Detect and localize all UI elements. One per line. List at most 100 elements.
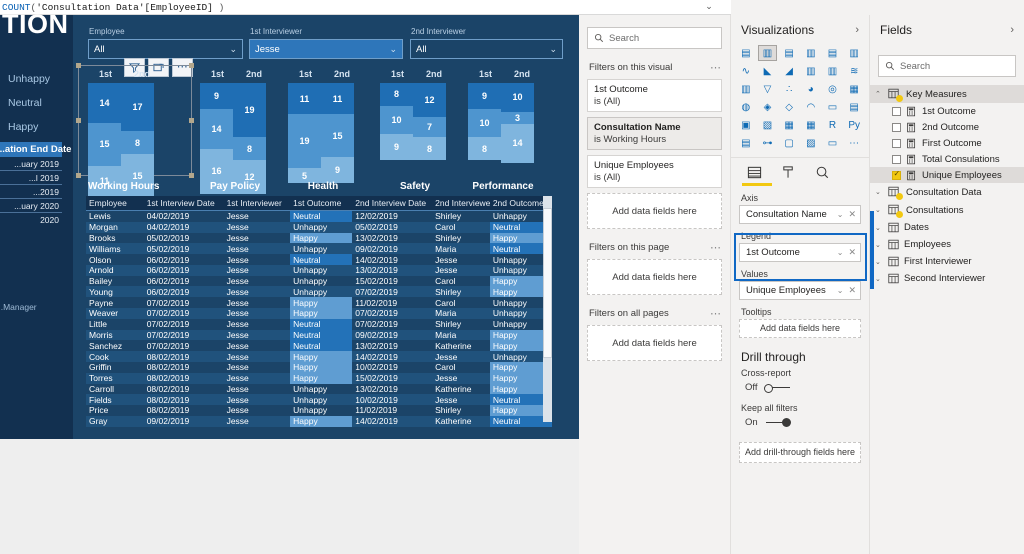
bar-segment-unhappy[interactable]: 9: [200, 83, 233, 109]
bar-segment-unhappy[interactable]: 19: [233, 83, 266, 138]
resize-handle-se[interactable]: [189, 173, 194, 178]
bar-segment-unhappy[interactable]: 8: [380, 83, 413, 106]
date-slicer[interactable]: ...ation End Date ...uary 2019 ...l 2019…: [0, 142, 71, 226]
100-stacked-column-chart-icon[interactable]: ▥: [844, 45, 864, 61]
date-slicer-item[interactable]: ...l 2019: [0, 171, 62, 185]
chevron-up-icon[interactable]: ⌃: [875, 90, 883, 98]
well-field-values[interactable]: Unique Employees ⌄ ✕: [739, 280, 861, 300]
bar-segment-happy[interactable]: 14: [501, 123, 534, 164]
date-slicer-item[interactable]: ...uary 2019: [0, 157, 62, 171]
pie-chart-icon[interactable]: ◕: [801, 81, 821, 97]
field-group-employees[interactable]: ⌄ Employees: [870, 236, 1024, 253]
resize-handle-w[interactable]: [76, 118, 81, 123]
column-2nd[interactable]: 10 3 14: [501, 83, 534, 164]
stacked-area-chart-icon[interactable]: ◢: [779, 63, 799, 79]
date-slicer-item[interactable]: ...2019: [0, 185, 62, 199]
visual-type-gallery[interactable]: ▤ ▥ ▤ ▥ ▤ ▥ ∿ ◣ ◢ ▥ ▥ ≋ ▥ ▽ ∴ ◕ ◎ ▦ ◍ ◈ ◇ ◠ ▭ ▤ ▣ ▧ ▦ ▦ R Py ▤ ⊶ ▢ ▨ ▭ ⋯: [731, 43, 869, 157]
chevron-down-icon[interactable]: ⌄: [837, 286, 844, 295]
chevron-down-icon[interactable]: ⌄: [837, 248, 844, 257]
chevron-down-icon[interactable]: ⌄: [875, 275, 883, 283]
field-checkbox[interactable]: [892, 169, 901, 180]
table-column-header[interactable]: 1st Interview Date: [143, 196, 224, 211]
table-icon[interactable]: ▦: [779, 117, 799, 133]
more-visuals-icon[interactable]: ⋯: [844, 135, 864, 151]
bar-segment-neutral[interactable]: 14: [200, 108, 233, 149]
slicer-employee[interactable]: Employee All ⌄: [88, 27, 243, 59]
chevron-down-icon[interactable]: ⌄: [229, 40, 237, 59]
line-chart-icon[interactable]: ∿: [736, 63, 756, 79]
column-1st[interactable]: 8 10 9: [380, 83, 413, 160]
bar-segment-unhappy[interactable]: 11: [288, 83, 321, 115]
chevron-down-icon[interactable]: ⌄: [875, 241, 883, 249]
table-row[interactable]: Williams 05/02/2019 Jesse Unhappy 09/02/2019…: [86, 243, 552, 255]
table-column-header[interactable]: 2nd Interview Date: [352, 196, 433, 211]
slicer-first-interviewer-value[interactable]: Jesse ⌄: [249, 39, 403, 59]
bar-segment-happy[interactable]: 8: [468, 137, 501, 160]
table-row[interactable]: Brooks 05/02/2019 Jesse Happy 13/02/2019 Shir…: [86, 232, 552, 244]
bar-segment-neutral[interactable]: 10: [380, 105, 413, 135]
drill-through-dropzone[interactable]: Add drill-through fields here: [739, 441, 861, 463]
field-item-2nd-outcome[interactable]: 2nd Outcome: [870, 119, 1024, 135]
chevron-down-icon[interactable]: ⌄: [875, 258, 883, 266]
chevron-down-icon[interactable]: ⌄: [549, 40, 557, 59]
table-row[interactable]: Gray 09/02/2019 Jesse Happy 14/02/2019 Kather…: [86, 415, 552, 427]
table-row[interactable]: Griffin 08/02/2019 Jesse Happy 10/02/2019 Car…: [86, 361, 552, 373]
stacked-column-chart-icon[interactable]: ▥: [757, 45, 778, 61]
remove-field-icon[interactable]: ✕: [848, 285, 856, 296]
table-column-header[interactable]: Employee: [86, 196, 144, 211]
column-2nd[interactable]: 19 8 12: [233, 83, 266, 195]
resize-handle-e[interactable]: [189, 118, 194, 123]
100-stacked-bar-chart-icon[interactable]: ▤: [823, 45, 843, 61]
fields-tab[interactable]: [745, 163, 763, 181]
report-canvas[interactable]: ...TION Unhappy Neutral Happy ...ation E…: [0, 9, 579, 554]
key-influencers-icon[interactable]: ▤: [736, 135, 756, 151]
well-field-axis[interactable]: Consultation Name ⌄ ✕: [739, 204, 861, 224]
slicer-first-interviewer[interactable]: 1st Interviewer Jesse ⌄: [249, 27, 403, 59]
legend-item-happy[interactable]: Happy: [8, 121, 38, 133]
chevron-down-icon[interactable]: ⌄: [875, 224, 883, 232]
well-field-legend[interactable]: 1st Outcome ⌄ ✕: [739, 242, 861, 262]
bar-segment-happy[interactable]: 9: [380, 134, 413, 160]
fields-search-input[interactable]: Search: [878, 55, 1016, 77]
column-1st[interactable]: 14 15 11: [88, 83, 121, 197]
field-item-unique-employees[interactable]: Unique Employees: [870, 167, 1024, 183]
bar-segment-happy[interactable]: 9: [321, 157, 354, 183]
slicer-icon[interactable]: ▧: [758, 117, 778, 133]
slicer-second-interviewer[interactable]: 2nd Interviewer All ⌄: [410, 27, 563, 59]
cross-report-toggle[interactable]: Off: [745, 382, 869, 393]
bar-segment-neutral[interactable]: 15: [321, 114, 354, 158]
bar-segment-unhappy[interactable]: 10: [501, 83, 534, 112]
field-group-consultation-data[interactable]: ⌄ Consultation Data: [870, 183, 1024, 201]
field-item-first-outcome[interactable]: First Outcome: [870, 135, 1024, 151]
donut-chart-icon[interactable]: ◎: [823, 81, 843, 97]
chevron-right-icon[interactable]: ›: [1010, 24, 1014, 36]
qna-icon[interactable]: ▢: [779, 135, 799, 151]
legend-item-neutral[interactable]: Neutral: [8, 97, 42, 109]
r-script-visual-icon[interactable]: R: [823, 117, 843, 133]
table-row[interactable]: Young 06/02/2019 Jesse Unhappy 07/02/2019 Shi…: [86, 286, 552, 298]
field-item-total-consulations[interactable]: Total Consulations: [870, 151, 1024, 167]
fields-tree[interactable]: ⌃ Key Measures 1st Outcome 2nd Outcome First…: [870, 85, 1024, 287]
field-checkbox[interactable]: [892, 138, 901, 148]
funnel-chart-icon[interactable]: ▽: [758, 81, 778, 97]
fields-pane[interactable]: Fields › Search ⌃ Key Measures 1st Outcome…: [870, 15, 1024, 554]
line-clustered-column-chart-icon[interactable]: ▥: [823, 63, 843, 79]
table-column-header[interactable]: 1st Outcome: [290, 196, 353, 211]
table-row[interactable]: Torres 08/02/2019 Jesse Happy 15/02/2019 Jess…: [86, 372, 552, 384]
column-1st[interactable]: 9 10 8: [468, 83, 501, 163]
column-1st[interactable]: 11 19 5: [288, 83, 321, 183]
table-row[interactable]: Bailey 06/02/2019 Jesse Unhappy 15/02/2019 Ca…: [86, 275, 552, 287]
formula-expand-chevron-icon[interactable]: ⌄: [703, 1, 715, 13]
resize-handle-nw[interactable]: [76, 63, 81, 68]
table-row[interactable]: Sanchez 07/02/2019 Jesse Neutral 13/02/2019 K…: [86, 340, 552, 352]
column-2nd[interactable]: 11 15 9: [321, 83, 354, 183]
bar-segment-neutral[interactable]: 3: [501, 111, 534, 124]
smart-narrative-icon[interactable]: ▨: [801, 135, 821, 151]
resize-handle-sw[interactable]: [76, 173, 81, 178]
filter-card[interactable]: Unique Employees is (All): [587, 155, 722, 188]
field-group-second-interviewer[interactable]: ⌄ Second Interviewer: [870, 270, 1024, 287]
bar-segment-unhappy[interactable]: 9: [468, 83, 501, 109]
table-row[interactable]: Olson 06/02/2019 Jesse Neutral 14/02/2019 Jes…: [86, 254, 552, 265]
data-table-visual[interactable]: Employee 1st Interview Date 1st Interviewe…: [86, 196, 552, 427]
clustered-bar-chart-icon[interactable]: ▤: [779, 45, 799, 61]
